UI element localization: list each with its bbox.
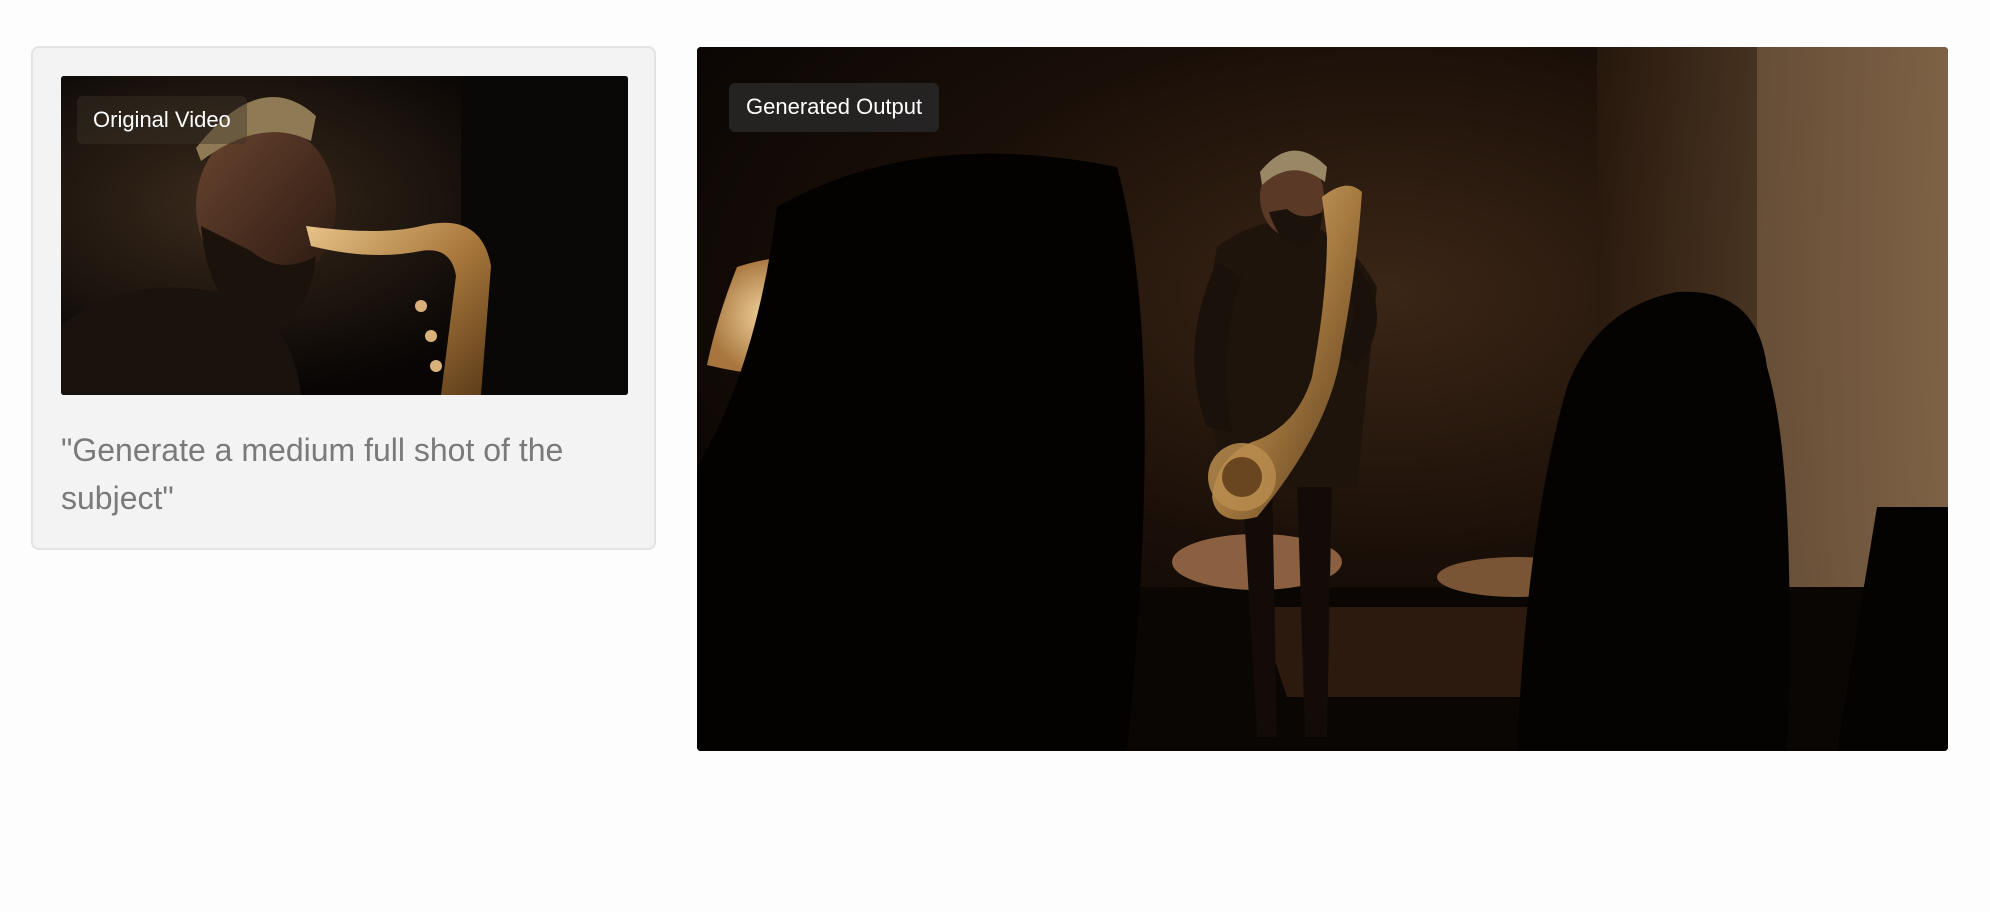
generated-output-label: Generated Output [729,83,940,132]
prompt-text: "Generate a medium full shot of the subj… [61,432,564,516]
original-video-player[interactable]: Original Video [61,76,628,395]
generated-output-frame [697,47,1948,751]
comparison-page: Original Video "Generate a medium full s… [0,0,1990,912]
generated-output-player[interactable]: Generated Output [697,47,1948,751]
original-video-label: Original Video [77,96,247,144]
original-video-card: Original Video "Generate a medium full s… [31,46,656,550]
